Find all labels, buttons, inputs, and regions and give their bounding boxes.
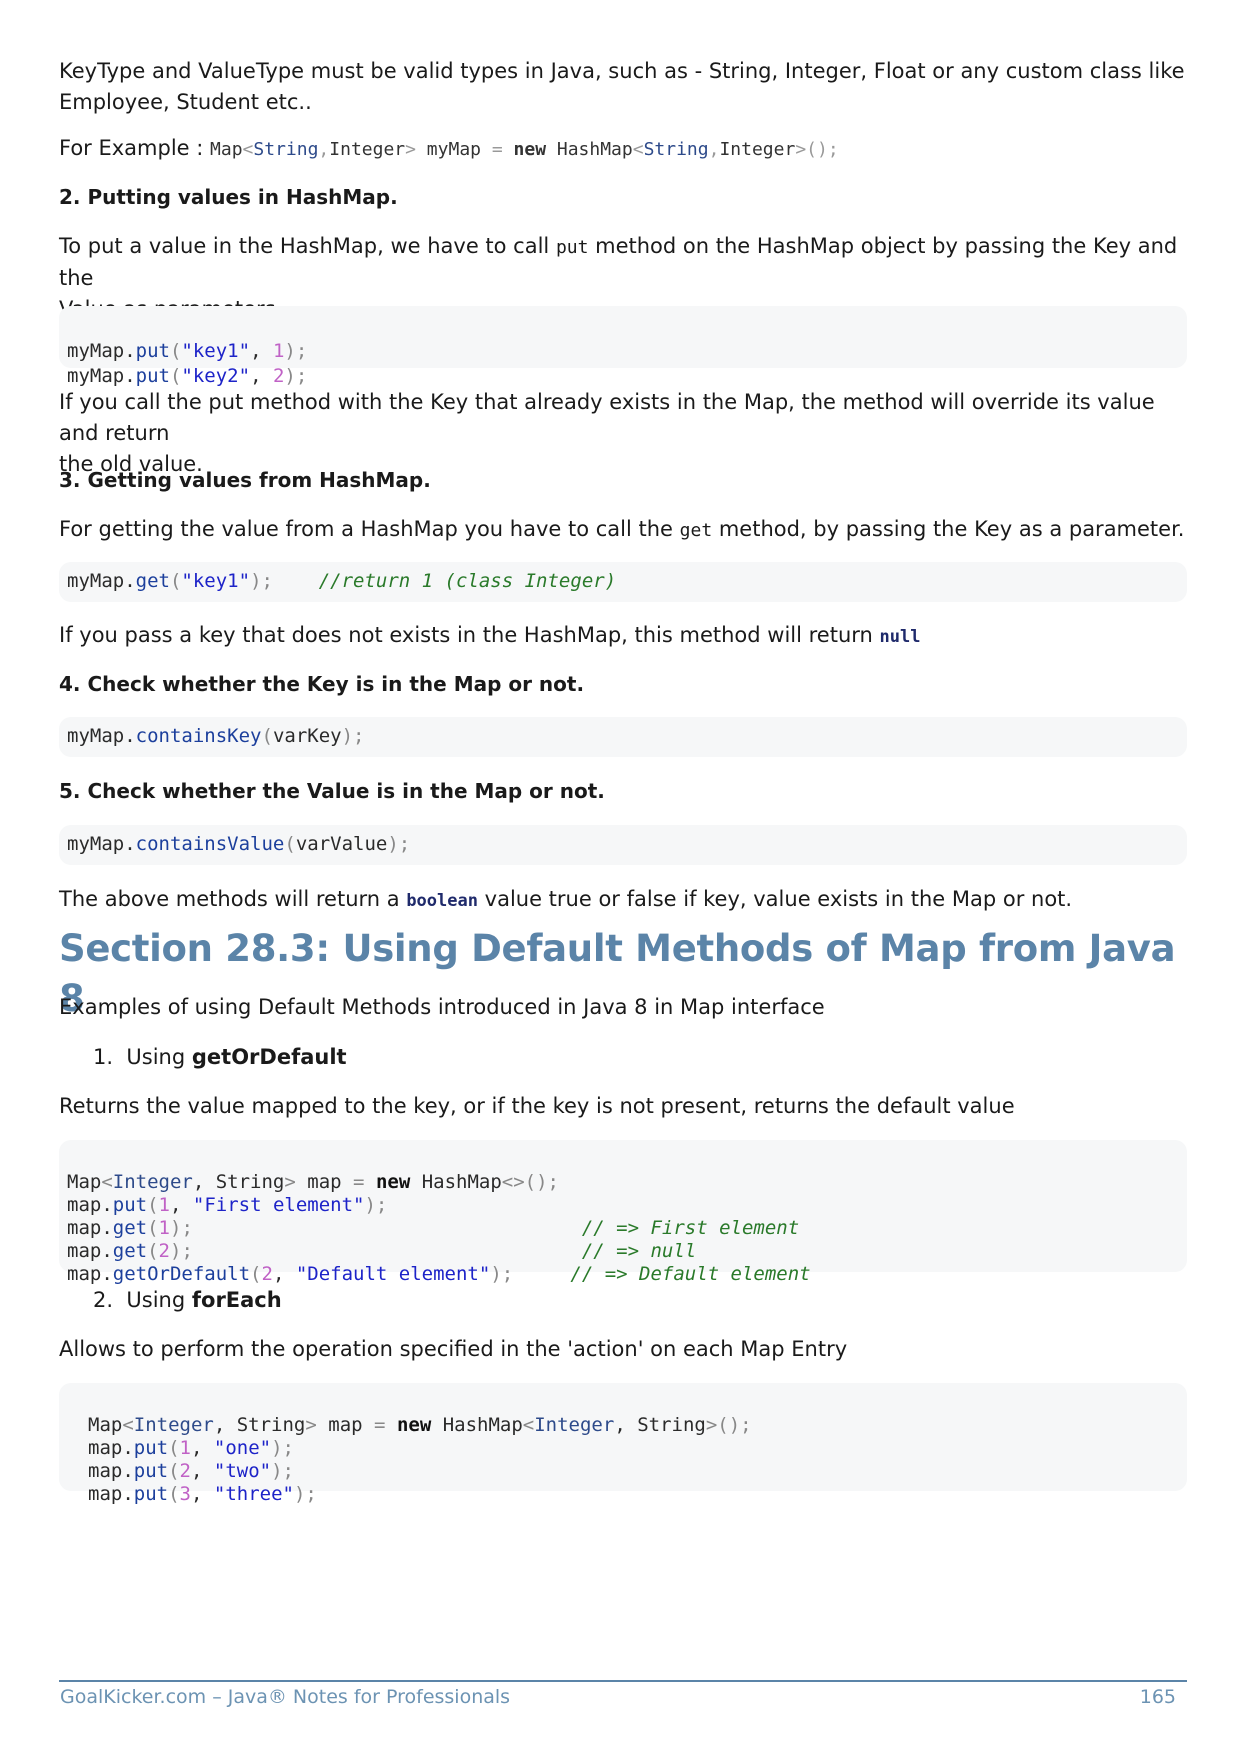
section-intro: Examples of using Default Methods introd… — [59, 995, 825, 1019]
example-label: For Example : — [59, 136, 211, 160]
list-prefix: Using — [126, 1288, 192, 1312]
example-code-part: myMap — [415, 139, 492, 160]
code-block-contains-value: myMap.containsValue(varValue); — [59, 825, 1187, 865]
code-line: map.get(2); // => null — [67, 1240, 697, 1262]
get-paragraph: For getting the value from a HashMap you… — [59, 514, 1187, 546]
example-code-part: = — [491, 139, 503, 160]
example-code-part: Integer — [719, 139, 796, 160]
code-comment: // => Default element — [570, 1263, 811, 1285]
list-number: 1. — [93, 1045, 114, 1069]
boolean-keyword: boolean — [406, 891, 478, 911]
code-block-put: myMap.put("key1", 1); myMap.put("key2", … — [59, 306, 1187, 387]
page-number: 165 — [1139, 1686, 1176, 1708]
boolean-note: The above methods will return a boolean … — [59, 884, 1187, 917]
null-note: If you pass a key that does not exists i… — [59, 620, 1187, 653]
example-code-part: > — [795, 139, 807, 160]
boolean-note-b: value true or false if key, value exists… — [477, 887, 1073, 911]
intro-line-1: KeyType and ValueType must be valid type… — [59, 59, 1185, 83]
list-bold: forEach — [191, 1288, 282, 1312]
put-inline-code: put — [555, 237, 589, 258]
example-code-part: new — [513, 139, 547, 160]
override-note-1: If you call the put method with the Key … — [59, 390, 1155, 445]
code-comment: //return 1 (class Integer) — [318, 570, 617, 592]
example-code-part: Integer — [329, 139, 406, 160]
list-item-1: 1. Using getOrDefault — [59, 1042, 1221, 1073]
example-code-part: Map — [210, 139, 243, 160]
footer-source[interactable]: GoalKicker.com – Java® Notes for Profess… — [60, 1686, 510, 1708]
for-each-desc: Allows to perform the operation specifie… — [59, 1337, 848, 1361]
get-text-b: method, by passing the Key as a paramete… — [712, 517, 1185, 541]
example-code-part: , — [318, 139, 330, 160]
code-line: map.getOrDefault(2, "Default element"); … — [67, 1263, 811, 1285]
boolean-note-a: The above methods will return a — [59, 887, 407, 911]
list-item-2: 2. Using forEach — [59, 1285, 1221, 1316]
code-comment: // => null — [581, 1240, 697, 1262]
code-line: myMap.put("key2", 2); — [67, 365, 308, 387]
list-bold: getOrDefault — [191, 1045, 347, 1069]
list-prefix: Using — [126, 1045, 192, 1069]
code-line: Map<Integer, String> map = new HashMap<I… — [88, 1414, 752, 1436]
code-line: map.put(1, "First element"); — [67, 1194, 388, 1216]
example-code-part: String — [253, 139, 319, 160]
heading-contains-key: 4. Check whether the Key is in the Map o… — [59, 672, 585, 696]
get-inline-code: get — [679, 520, 713, 541]
footer-divider — [59, 1680, 1187, 1682]
example-code-part: String — [643, 139, 709, 160]
example-code-part: (); — [806, 139, 839, 160]
example-code-part: , — [708, 139, 720, 160]
code-block-get-or-default: Map<Integer, String> map = new HashMap<>… — [59, 1140, 1187, 1285]
intro-line-2: Employee, Student etc.. — [59, 90, 312, 114]
example-code-part: HashMap — [546, 139, 633, 160]
null-note-text: If you pass a key that does not exists i… — [59, 623, 880, 647]
example-code-part — [503, 139, 514, 160]
code-line: map.put(1, "one"); — [88, 1437, 294, 1459]
list-number: 2. — [93, 1288, 114, 1312]
code-line: myMap.put("key1", 1); — [67, 339, 308, 362]
heading-contains-value: 5. Check whether the Value is in the Map… — [59, 779, 605, 803]
example-line: For Example : Map<String,Integer> myMap … — [59, 133, 1187, 165]
example-code: Map<String,Integer> myMap = new HashMap<… — [210, 139, 839, 160]
code-comment: // => First element — [581, 1217, 800, 1239]
intro-paragraph: KeyType and ValueType must be valid type… — [59, 56, 1187, 118]
code-block-for-each: Map<Integer, String> map = new HashMap<I… — [59, 1383, 1187, 1505]
get-text-a: For getting the value from a HashMap you… — [59, 517, 680, 541]
null-keyword: null — [879, 627, 921, 647]
put-text-a: To put a value in the HashMap, we have t… — [59, 234, 556, 258]
code-line: map.get(1); // => First element — [67, 1217, 800, 1239]
get-or-default-desc: Returns the value mapped to the key, or … — [59, 1094, 1015, 1118]
code-block-contains-key: myMap.containsKey(varKey); — [59, 717, 1187, 757]
code-line: map.put(3, "three"); — [88, 1483, 317, 1505]
example-code-part: < — [242, 139, 254, 160]
heading-putting-values: 2. Putting values in HashMap. — [59, 185, 398, 209]
example-code-part: > — [405, 139, 416, 160]
example-code-part: < — [632, 139, 644, 160]
heading-getting-values: 3. Getting values from HashMap. — [59, 468, 431, 492]
code-line: Map<Integer, String> map = new HashMap<>… — [67, 1171, 559, 1193]
code-line: map.put(2, "two"); — [88, 1460, 294, 1482]
code-block-get: myMap.get("key1"); //return 1 (class Int… — [59, 562, 1187, 602]
